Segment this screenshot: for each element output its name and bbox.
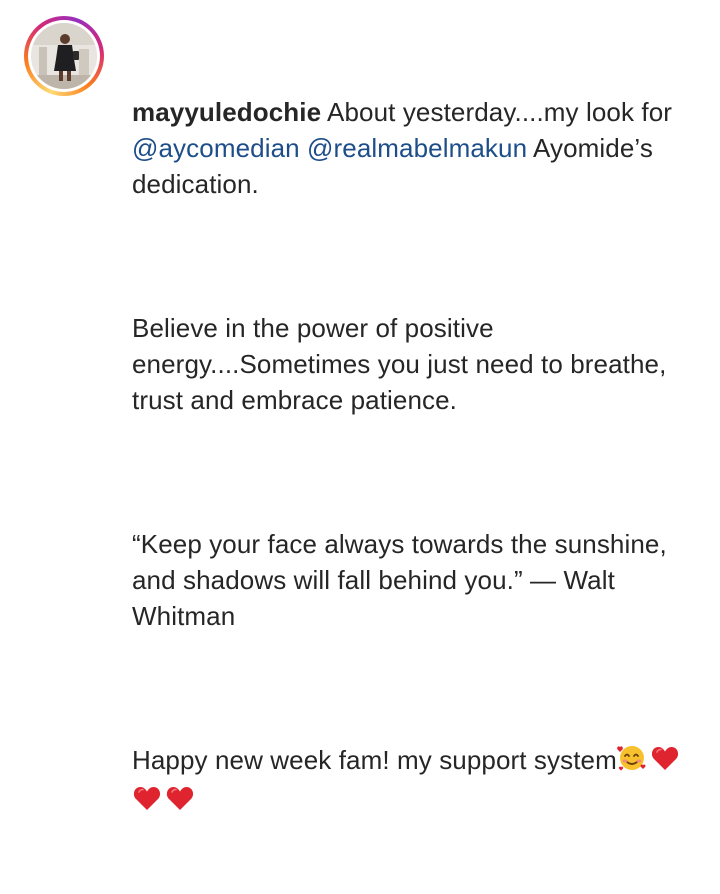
caption-text: Happy new week fam! my support system [132, 745, 617, 775]
caption-space [300, 133, 307, 163]
mention-link-aycomedian[interactable]: @aycomedian [132, 133, 300, 163]
post-caption: mayyuledochie About yesterday....my look… [132, 22, 702, 894]
caption-text: About yesterday....my look for [321, 97, 680, 127]
caption-paragraph-2: Believe in the power of positive energy.… [132, 313, 674, 415]
red-heart-icon [650, 743, 680, 782]
mention-link-realmabelmakun[interactable]: @realmabelmakun [307, 133, 527, 163]
avatar-photo-icon [31, 23, 97, 89]
red-heart-icon [165, 783, 195, 822]
smiling-face-with-hearts-icon [617, 743, 647, 782]
caption-paragraph-4: Happy new week fam! my support system [132, 742, 702, 822]
red-heart-icon [132, 783, 162, 822]
avatar[interactable] [31, 23, 97, 89]
story-ring[interactable] [24, 16, 104, 96]
avatar-gap [28, 20, 100, 92]
author-username-link[interactable]: mayyuledochie [132, 97, 321, 127]
caption-paragraph-1: mayyuledochie About yesterday....my look… [132, 94, 702, 202]
instagram-caption-post: mayyuledochie About yesterday....my look… [0, 0, 720, 810]
caption-paragraph-3-quote: “Keep your face always towards the sunsh… [132, 529, 675, 631]
